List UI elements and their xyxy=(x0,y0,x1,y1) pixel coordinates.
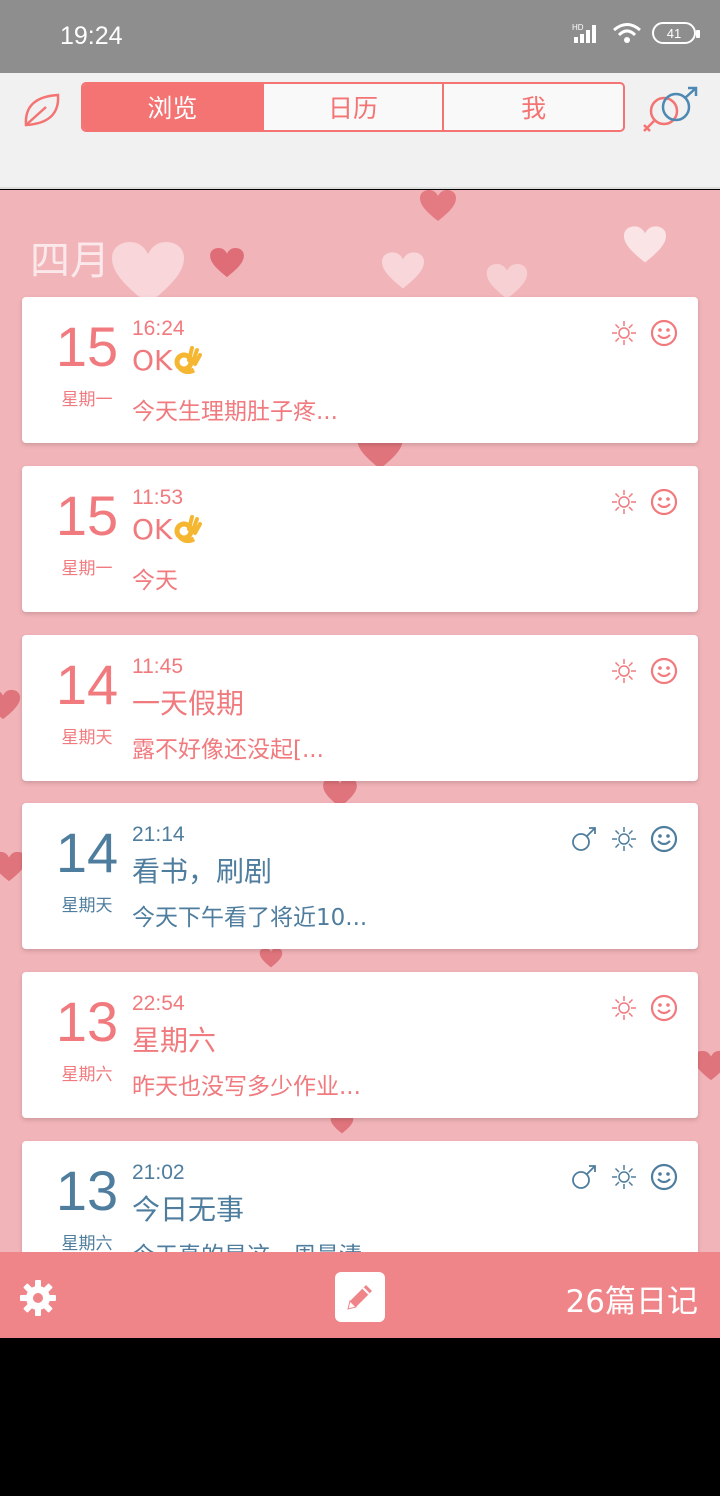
entry-weekday: 星期六 xyxy=(61,1065,113,1085)
sun-icon xyxy=(612,827,636,851)
battery-icon: 41 xyxy=(652,22,700,44)
tab-calendar[interactable]: 日历 xyxy=(264,84,445,130)
entry-title: 看书，刷剧 xyxy=(132,855,273,888)
sun-icon xyxy=(612,1165,636,1189)
entry-time: 21:02 xyxy=(132,1161,185,1184)
entry-preview: 今天真的是这一周最清 xyxy=(132,1236,362,1252)
pencil-icon xyxy=(347,1285,372,1310)
signal-icon: HD xyxy=(572,23,596,43)
entry-weekday: 星期天 xyxy=(61,896,113,916)
sun-icon xyxy=(612,659,636,683)
heart-decoration-icon xyxy=(486,264,528,299)
diary-entry-card[interactable]: 15 星期一 11:53 OK 今天 xyxy=(22,466,698,612)
write-diary-button[interactable] xyxy=(335,1272,385,1322)
heart-decoration-icon xyxy=(259,948,283,968)
entry-title: 星期六 xyxy=(132,1024,217,1057)
entry-title: OK xyxy=(132,344,203,377)
entry-time: 16:24 xyxy=(132,317,185,340)
tab-browse[interactable]: 浏览 xyxy=(83,84,264,130)
entry-icons xyxy=(570,1163,678,1191)
entry-preview: 今天生理期肚子疼... xyxy=(132,399,338,425)
heart-decoration-icon xyxy=(210,248,244,278)
diary-entry-card[interactable]: 14 星期天 21:14 看书，刷剧 今天下午看了将近10... xyxy=(22,803,698,949)
heart-decoration-icon xyxy=(0,689,20,720)
smiley-icon xyxy=(650,319,678,347)
entry-icons xyxy=(610,319,678,347)
entry-weekday: 星期天 xyxy=(61,728,113,748)
smiley-icon xyxy=(650,1163,678,1191)
sun-icon xyxy=(612,996,636,1020)
entry-weekday: 星期一 xyxy=(61,559,113,579)
wifi-icon xyxy=(613,23,641,43)
entry-title: 今日无事 xyxy=(132,1193,245,1226)
diary-entry-card[interactable]: 15 星期一 16:24 OK 今天生理期肚子疼... xyxy=(22,297,698,443)
entry-weekday: 星期六 xyxy=(61,1234,113,1252)
entry-icons xyxy=(570,825,678,853)
battery-level: 41 xyxy=(666,25,682,41)
diary-entry-card[interactable]: 13 星期六 22:54 星期六 昨天也没写多少作业... xyxy=(22,972,698,1118)
leaf-icon[interactable] xyxy=(20,87,64,131)
diary-list[interactable]: 四月 15 星期一 16:24 OK 今天生理期肚子疼... 15 星期一 11… xyxy=(0,190,720,1252)
entry-preview: 露不好像还没起[... xyxy=(132,737,324,763)
entry-day: 14 xyxy=(55,821,119,884)
status-bar: 19:24 HD 41 xyxy=(0,0,720,73)
tab-me[interactable]: 我 xyxy=(444,84,623,130)
heart-decoration-icon xyxy=(624,226,666,263)
male-icon xyxy=(572,827,596,851)
entry-day: 15 xyxy=(55,315,119,378)
entry-preview: 今天 xyxy=(132,568,178,594)
gender-switch-icon[interactable] xyxy=(640,85,700,133)
entry-day: 13 xyxy=(55,990,119,1053)
smiley-icon xyxy=(650,488,678,516)
entry-preview: 今天下午看了将近10... xyxy=(132,905,368,931)
status-time: 19:24 xyxy=(60,22,123,50)
ok-hand-emoji-icon xyxy=(174,346,203,374)
male-icon xyxy=(572,1165,596,1189)
bottom-bar: 26篇日记 xyxy=(0,1252,720,1338)
entry-icons xyxy=(610,994,678,1022)
tab-bar: 浏览 日历 我 xyxy=(81,82,625,132)
entry-time: 11:53 xyxy=(132,486,183,509)
system-nav-area xyxy=(0,1338,720,1496)
diary-entry-card[interactable]: 14 星期天 11:45 一天假期 露不好像还没起[... xyxy=(22,635,698,781)
smiley-icon xyxy=(650,825,678,853)
entry-day: 13 xyxy=(55,1159,119,1222)
entry-preview: 昨天也没写多少作业... xyxy=(132,1074,361,1100)
entry-title-text: OK xyxy=(132,344,173,377)
app-header: 浏览 日历 我 xyxy=(0,73,720,189)
entry-time: 11:45 xyxy=(132,655,183,678)
entry-time: 21:14 xyxy=(132,823,185,846)
ok-hand-emoji-icon xyxy=(174,515,203,543)
entry-title: OK xyxy=(132,513,203,546)
gear-icon[interactable] xyxy=(20,1280,56,1316)
entry-day: 14 xyxy=(55,653,119,716)
heart-decoration-icon xyxy=(382,252,424,289)
entry-title: 一天假期 xyxy=(132,687,245,720)
smiley-icon xyxy=(650,657,678,685)
entry-icons xyxy=(610,657,678,685)
entry-title-text: OK xyxy=(132,513,173,546)
month-header: 四月 xyxy=(30,238,110,284)
entry-icons xyxy=(610,488,678,516)
network-label: HD xyxy=(572,23,584,32)
entry-weekday: 星期一 xyxy=(61,390,113,410)
heart-decoration-icon xyxy=(420,190,456,221)
entry-time: 22:54 xyxy=(132,992,185,1015)
diary-count: 26篇日记 xyxy=(565,1284,698,1320)
smiley-icon xyxy=(650,994,678,1022)
diary-entry-card[interactable]: 13 星期六 21:02 今日无事 今天真的是这一周最清 xyxy=(22,1141,698,1252)
sun-icon xyxy=(612,321,636,345)
status-icons: HD 41 xyxy=(572,22,700,44)
entry-day: 15 xyxy=(55,484,119,547)
sun-icon xyxy=(612,490,636,514)
